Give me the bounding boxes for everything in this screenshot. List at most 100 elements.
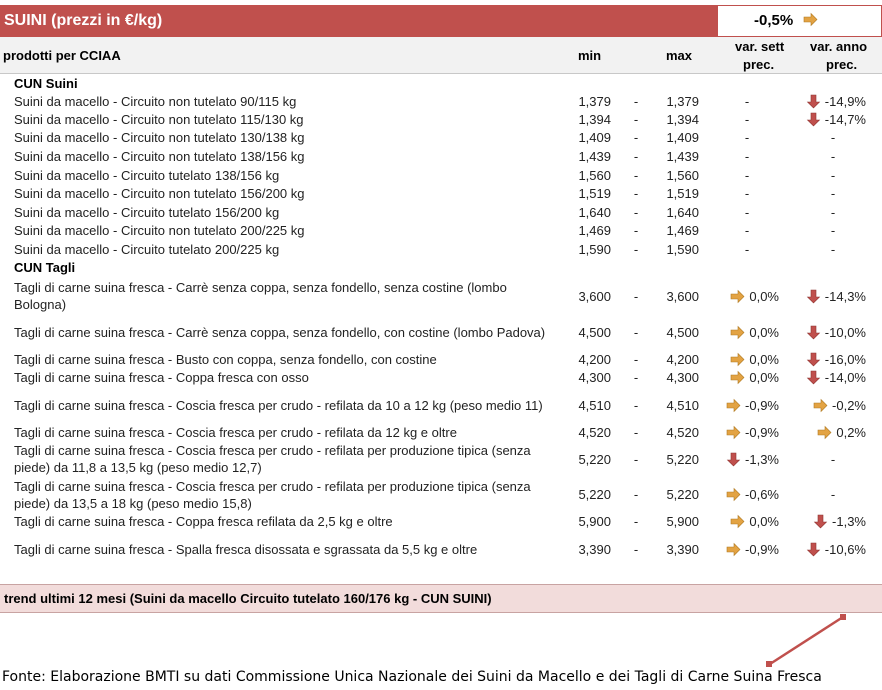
yearly-variation-value: -0,2% xyxy=(832,397,866,413)
yearly-variation: -10,6% xyxy=(800,530,866,568)
range-separator: - xyxy=(633,397,639,413)
yearly-variation-value: -10,6% xyxy=(824,541,866,557)
weekly-variation: - xyxy=(715,92,779,110)
yearly-variation: -14,7% xyxy=(800,110,866,128)
product-label: Suini da macello - Circuito non tutelato… xyxy=(14,111,304,127)
min-price: 4,200 xyxy=(578,351,611,367)
min-price: 4,520 xyxy=(578,424,611,440)
summary-value: -0,5% xyxy=(754,12,794,29)
table-row: Tagli di carne suina fresca - Carrè senz… xyxy=(0,315,882,350)
column-header-product: prodotti per CCIAA xyxy=(3,48,121,63)
yearly-variation: - xyxy=(800,441,866,477)
table-row: Suini da macello - Circuito non tutelato… xyxy=(0,128,882,147)
product-label: Suini da macello - Circuito non tutelato… xyxy=(14,223,305,238)
source-note: Fonte: Elaborazione BMTI su dati Commiss… xyxy=(2,669,822,685)
arrow-right-icon xyxy=(730,352,745,367)
max-price: 5,220 xyxy=(666,451,699,467)
weekly-variation-value: - xyxy=(744,111,750,127)
trend-line xyxy=(769,615,844,666)
table-row: Suini da macello - Circuito tutelato 200… xyxy=(0,240,882,258)
range-separator: - xyxy=(633,204,639,220)
arrow-right-icon xyxy=(803,8,818,27)
weekly-variation: -0,9% xyxy=(715,387,779,423)
yearly-variation: - xyxy=(800,128,866,147)
weekly-variation: 0,0% xyxy=(715,368,779,387)
weekly-variation: 0,0% xyxy=(715,512,779,530)
min-price: 1,469 xyxy=(578,223,611,238)
arrow-right-icon xyxy=(726,425,741,440)
trend-chart-area xyxy=(0,613,882,670)
yearly-variation: - xyxy=(800,203,866,221)
arrow-down-icon xyxy=(806,94,821,109)
weekly-variation-value: - xyxy=(744,130,750,145)
max-price: 4,200 xyxy=(666,351,699,367)
yearly-variation-value: -16,0% xyxy=(824,351,866,367)
table-title: SUINI (prezzi in €/kg) xyxy=(0,5,717,37)
product-label: Suini da macello - Circuito non tutelato… xyxy=(14,93,297,109)
yearly-variation: -1,3% xyxy=(800,512,866,530)
max-price: 4,500 xyxy=(666,325,699,340)
table-row: Tagli di carne suina fresca - Coscia fre… xyxy=(0,441,882,477)
min-price: 1,409 xyxy=(578,130,611,145)
yearly-variation-value: -14,7% xyxy=(824,111,866,127)
yearly-variation: - xyxy=(800,221,866,240)
arrow-down-icon xyxy=(806,370,821,385)
range-separator: - xyxy=(633,111,639,127)
weekly-variation-value: -1,3% xyxy=(745,451,779,467)
range-separator: - xyxy=(633,223,639,238)
weekly-variation-value: -0,9% xyxy=(745,424,779,440)
table-row: Tagli di carne suina fresca - Coscia fre… xyxy=(0,387,882,423)
table-row: Suini da macello - Circuito tutelato 156… xyxy=(0,203,882,221)
max-price: 5,900 xyxy=(666,513,699,529)
yearly-variation: - xyxy=(800,147,866,166)
weekly-variation: - xyxy=(715,110,779,128)
yearly-variation-value: -14,3% xyxy=(824,288,866,304)
product-label: Suini da macello - Circuito non tutelato… xyxy=(14,130,305,145)
yearly-variation-value: - xyxy=(830,241,836,257)
weekly-variation-value: -0,9% xyxy=(745,397,779,413)
max-price: 1,394 xyxy=(666,111,699,127)
table-row: Suini da macello - Circuito non tutelato… xyxy=(0,92,882,110)
yearly-variation-value: - xyxy=(830,149,836,164)
weekly-variation: -0,9% xyxy=(715,423,779,441)
arrow-down-icon xyxy=(806,325,821,340)
yearly-variation: - xyxy=(800,166,866,184)
weekly-variation: - xyxy=(715,184,779,203)
trend-chart xyxy=(766,614,846,667)
arrow-down-icon xyxy=(726,452,741,467)
max-price: 4,510 xyxy=(666,397,699,413)
min-price: 5,220 xyxy=(578,487,611,502)
max-price: 1,379 xyxy=(666,93,699,109)
yearly-variation: - xyxy=(800,477,866,512)
range-separator: - xyxy=(633,186,639,201)
weekly-variation-value: - xyxy=(744,241,750,257)
yearly-variation: 0,2% xyxy=(800,423,866,441)
min-price: 1,519 xyxy=(578,186,611,201)
column-header-year-line2: prec. xyxy=(826,57,858,72)
range-separator: - xyxy=(633,451,639,467)
max-price: 4,520 xyxy=(666,424,699,440)
min-price: 1,560 xyxy=(578,167,611,183)
product-label: Tagli di carne suina fresca - Coscia fre… xyxy=(14,443,531,475)
product-label: Suini da macello - Circuito non tutelato… xyxy=(14,186,305,201)
arrow-down-icon xyxy=(806,352,821,367)
product-label: Tagli di carne suina fresca - Coppa fres… xyxy=(14,513,393,529)
weekly-variation: -1,3% xyxy=(715,441,779,477)
product-label: Suini da macello - Circuito tutelato 200… xyxy=(14,241,280,257)
column-headers: prodotti per CCIAA min max var. sett pre… xyxy=(0,37,882,74)
range-separator: - xyxy=(633,167,639,183)
table-row: Suini da macello - Circuito non tutelato… xyxy=(0,184,882,203)
arrow-right-icon xyxy=(726,542,741,557)
table-row: Suini da macello - Circuito non tutelato… xyxy=(0,147,882,166)
yearly-variation: -14,3% xyxy=(800,277,866,315)
column-header-year-line1: var. anno xyxy=(810,39,868,54)
yearly-variation-value: -1,3% xyxy=(832,513,866,529)
table-row: Suini da macello - Circuito non tutelato… xyxy=(0,221,882,240)
yearly-variation-value: - xyxy=(830,167,836,183)
range-separator: - xyxy=(633,288,639,304)
yearly-variation-value: - xyxy=(830,130,836,145)
yearly-variation: - xyxy=(800,240,866,258)
yearly-variation-value: -10,0% xyxy=(824,325,866,340)
trend-header: trend ultimi 12 mesi (Suini da macello C… xyxy=(0,584,882,613)
yearly-variation: - xyxy=(800,184,866,203)
